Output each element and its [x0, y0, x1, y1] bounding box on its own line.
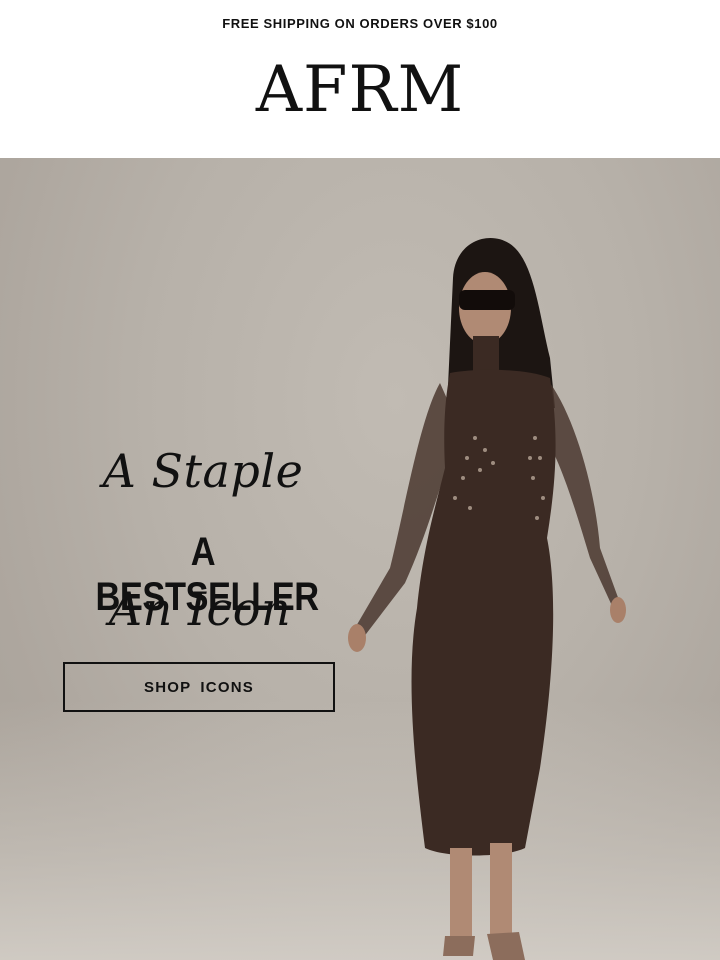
- header: AFRM: [0, 46, 720, 158]
- brand-logo[interactable]: AFRM: [256, 54, 464, 126]
- headline-line-3: An Icon: [108, 582, 292, 636]
- model-image: [348, 238, 626, 960]
- shop-icons-label: SHOP ICONS: [144, 678, 254, 696]
- announcement-text: FREE SHIPPING ON ORDERS OVER $100: [222, 15, 498, 31]
- headline-line-1: A Staple: [102, 444, 304, 498]
- shop-icons-button[interactable]: SHOP ICONS: [63, 662, 335, 712]
- hero-banner[interactable]: A Staple A BESTSELLER An Icon SHOP ICONS: [0, 158, 720, 960]
- announcement-bar: FREE SHIPPING ON ORDERS OVER $100: [0, 0, 720, 46]
